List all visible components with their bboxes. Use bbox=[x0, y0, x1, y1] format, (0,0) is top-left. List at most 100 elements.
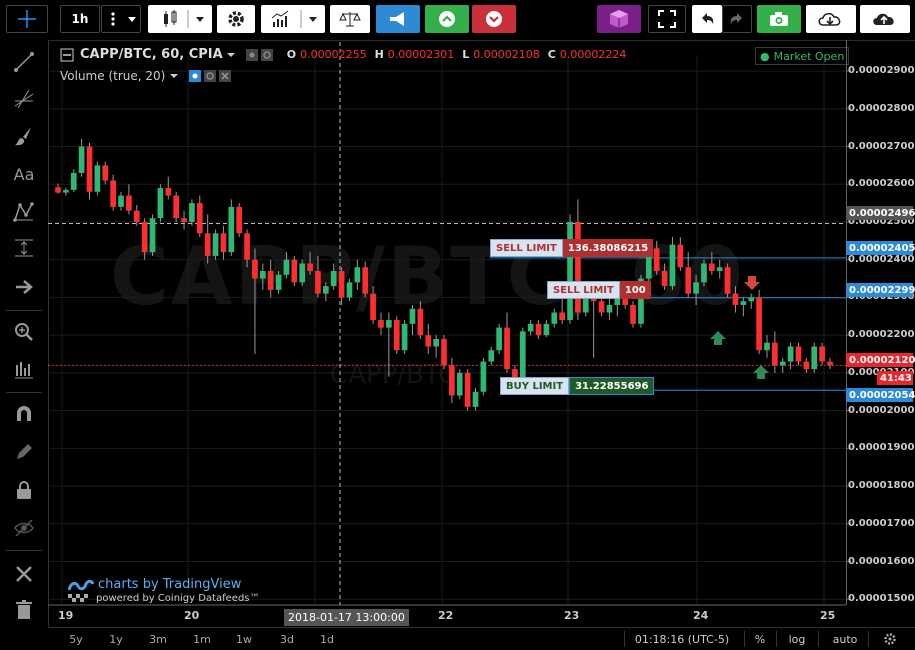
market-status-badge: ● Market Open bbox=[755, 47, 850, 65]
crosshair-price-label: 0.00002496 bbox=[846, 206, 915, 220]
trend-line-tool[interactable] bbox=[8, 48, 40, 76]
bottom-toolbar: 5y 1y 3m 1m 1w 3d 1d 01:18:16 (UTC-5) % … bbox=[48, 627, 915, 650]
open-label: O bbox=[286, 48, 297, 61]
crosshair-button[interactable] bbox=[6, 5, 48, 33]
candle-body bbox=[78, 146, 85, 173]
snapshot-button[interactable] bbox=[757, 5, 801, 33]
tools-settings[interactable] bbox=[8, 560, 40, 588]
range-3d[interactable]: 3d bbox=[273, 630, 301, 648]
close-icon[interactable] bbox=[219, 70, 232, 82]
toolbar-divider bbox=[6, 550, 42, 551]
collapse-legend-icon[interactable] bbox=[60, 48, 74, 62]
price-chart[interactable] bbox=[0, 0, 915, 649]
fullscreen-button[interactable] bbox=[648, 5, 686, 33]
sell-button[interactable] bbox=[472, 5, 516, 33]
chevron-down-circle-icon bbox=[486, 11, 502, 27]
interval-menu-button[interactable] bbox=[101, 5, 141, 33]
bars-pattern-tool[interactable] bbox=[8, 356, 40, 384]
settings-button[interactable] bbox=[217, 5, 255, 33]
interval-button[interactable]: 1h bbox=[60, 5, 100, 33]
measure-icon bbox=[15, 239, 33, 257]
open-value: 0.00002255 bbox=[300, 48, 367, 61]
candle-body bbox=[110, 180, 116, 207]
zoom-tool[interactable] bbox=[8, 318, 40, 346]
compare-button[interactable] bbox=[330, 5, 370, 33]
buy-button[interactable] bbox=[425, 5, 469, 33]
y-tick-label: 0.00001900 bbox=[848, 442, 915, 454]
series-legend: CAPP/BTC, 60, CPIA O 0.00002255 H 0.000023… bbox=[60, 47, 626, 62]
tradingview-branding[interactable]: charts by TradingView powered by Coinigy… bbox=[68, 577, 260, 604]
brush-tool[interactable] bbox=[8, 122, 40, 150]
low-value: 0.00002108 bbox=[473, 48, 540, 61]
y-tick-label: 0.00002800 bbox=[848, 102, 915, 114]
candle-body bbox=[488, 350, 495, 362]
gear-icon[interactable] bbox=[204, 70, 217, 82]
auto-scale-toggle[interactable]: auto bbox=[828, 630, 862, 648]
crosshair-icon bbox=[18, 10, 36, 28]
candle-body bbox=[764, 342, 770, 351]
high-value: 0.00002301 bbox=[387, 48, 455, 61]
magnet-tool[interactable] bbox=[8, 400, 40, 428]
chevron-down-icon[interactable] bbox=[169, 71, 179, 81]
drawing-toolbar: Aa bbox=[0, 40, 49, 649]
undo-icon bbox=[702, 13, 714, 24]
remove-drawings-tool[interactable] bbox=[8, 596, 40, 624]
status-dot-icon: ● bbox=[760, 49, 770, 63]
eye-icon[interactable] bbox=[245, 48, 258, 61]
chevron-up-circle-icon bbox=[439, 11, 455, 27]
log-scale-toggle[interactable]: log bbox=[782, 630, 812, 648]
cloud-download-button[interactable] bbox=[806, 5, 856, 33]
stay-drawing-tool[interactable] bbox=[8, 438, 40, 466]
indicators-button[interactable] bbox=[261, 5, 325, 33]
brush-icon bbox=[15, 127, 31, 146]
range-3m[interactable]: 3m bbox=[144, 630, 172, 648]
buy-execution-arrow-icon bbox=[710, 331, 726, 345]
cloud-upload-button[interactable] bbox=[860, 5, 910, 33]
undo-button[interactable] bbox=[692, 5, 722, 33]
wrench-icon bbox=[16, 566, 32, 582]
range-1d[interactable]: 1d bbox=[313, 630, 341, 648]
order-line-label[interactable]: SELL LIMIT 136.38086215 bbox=[490, 239, 654, 257]
toolbar-divider bbox=[6, 310, 42, 311]
eye-icon[interactable] bbox=[189, 70, 202, 82]
arrow-tool[interactable] bbox=[8, 273, 40, 301]
pattern-tool[interactable] bbox=[8, 198, 40, 226]
order-price-label: 0.00002405 bbox=[846, 241, 915, 255]
chart-settings-button[interactable] bbox=[878, 630, 902, 648]
bottom-divider bbox=[776, 631, 777, 647]
order-type: SELL LIMIT bbox=[490, 239, 563, 257]
candle-body bbox=[393, 320, 400, 351]
high-label: H bbox=[374, 48, 384, 61]
hide-drawings-tool[interactable] bbox=[8, 514, 40, 542]
broadcast-button[interactable] bbox=[376, 5, 420, 33]
timezone-clock[interactable]: 01:18:16 (UTC-5) bbox=[632, 630, 732, 648]
range-1y[interactable]: 1y bbox=[104, 630, 128, 648]
candle-body bbox=[472, 391, 479, 407]
candle-body bbox=[63, 189, 69, 193]
bar-style-button[interactable] bbox=[148, 5, 212, 33]
candle-body bbox=[181, 218, 187, 222]
range-1w[interactable]: 1w bbox=[230, 630, 258, 648]
bottom-divider bbox=[868, 631, 869, 647]
close-label: C bbox=[547, 48, 556, 61]
measure-tool[interactable] bbox=[8, 234, 40, 262]
candle-body bbox=[55, 187, 61, 193]
gear-icon[interactable] bbox=[260, 48, 273, 61]
lock-tool[interactable] bbox=[8, 476, 40, 504]
range-5y[interactable]: 5y bbox=[62, 630, 90, 648]
redo-button[interactable] bbox=[722, 5, 752, 33]
symbol-title[interactable]: CAPP/BTC, 60, CPIA bbox=[80, 47, 223, 62]
volume-title[interactable]: Volume (true, 20) bbox=[60, 69, 165, 83]
order-line-label[interactable]: SELL LIMIT 100 bbox=[547, 281, 651, 299]
camera-icon bbox=[770, 12, 788, 26]
text-tool[interactable]: Aa bbox=[8, 160, 40, 188]
order-line-label[interactable]: BUY LIMIT 31.22855696 bbox=[500, 377, 655, 395]
buy-execution-arrow-icon bbox=[753, 365, 769, 379]
fib-tool[interactable] bbox=[8, 85, 40, 113]
chevron-down-icon[interactable] bbox=[226, 50, 236, 60]
percent-scale-toggle[interactable]: % bbox=[748, 630, 772, 648]
y-tick-label: 0.00001800 bbox=[848, 480, 915, 492]
candle-body bbox=[433, 338, 439, 347]
range-1m[interactable]: 1m bbox=[188, 630, 216, 648]
cube-button[interactable] bbox=[597, 5, 641, 33]
